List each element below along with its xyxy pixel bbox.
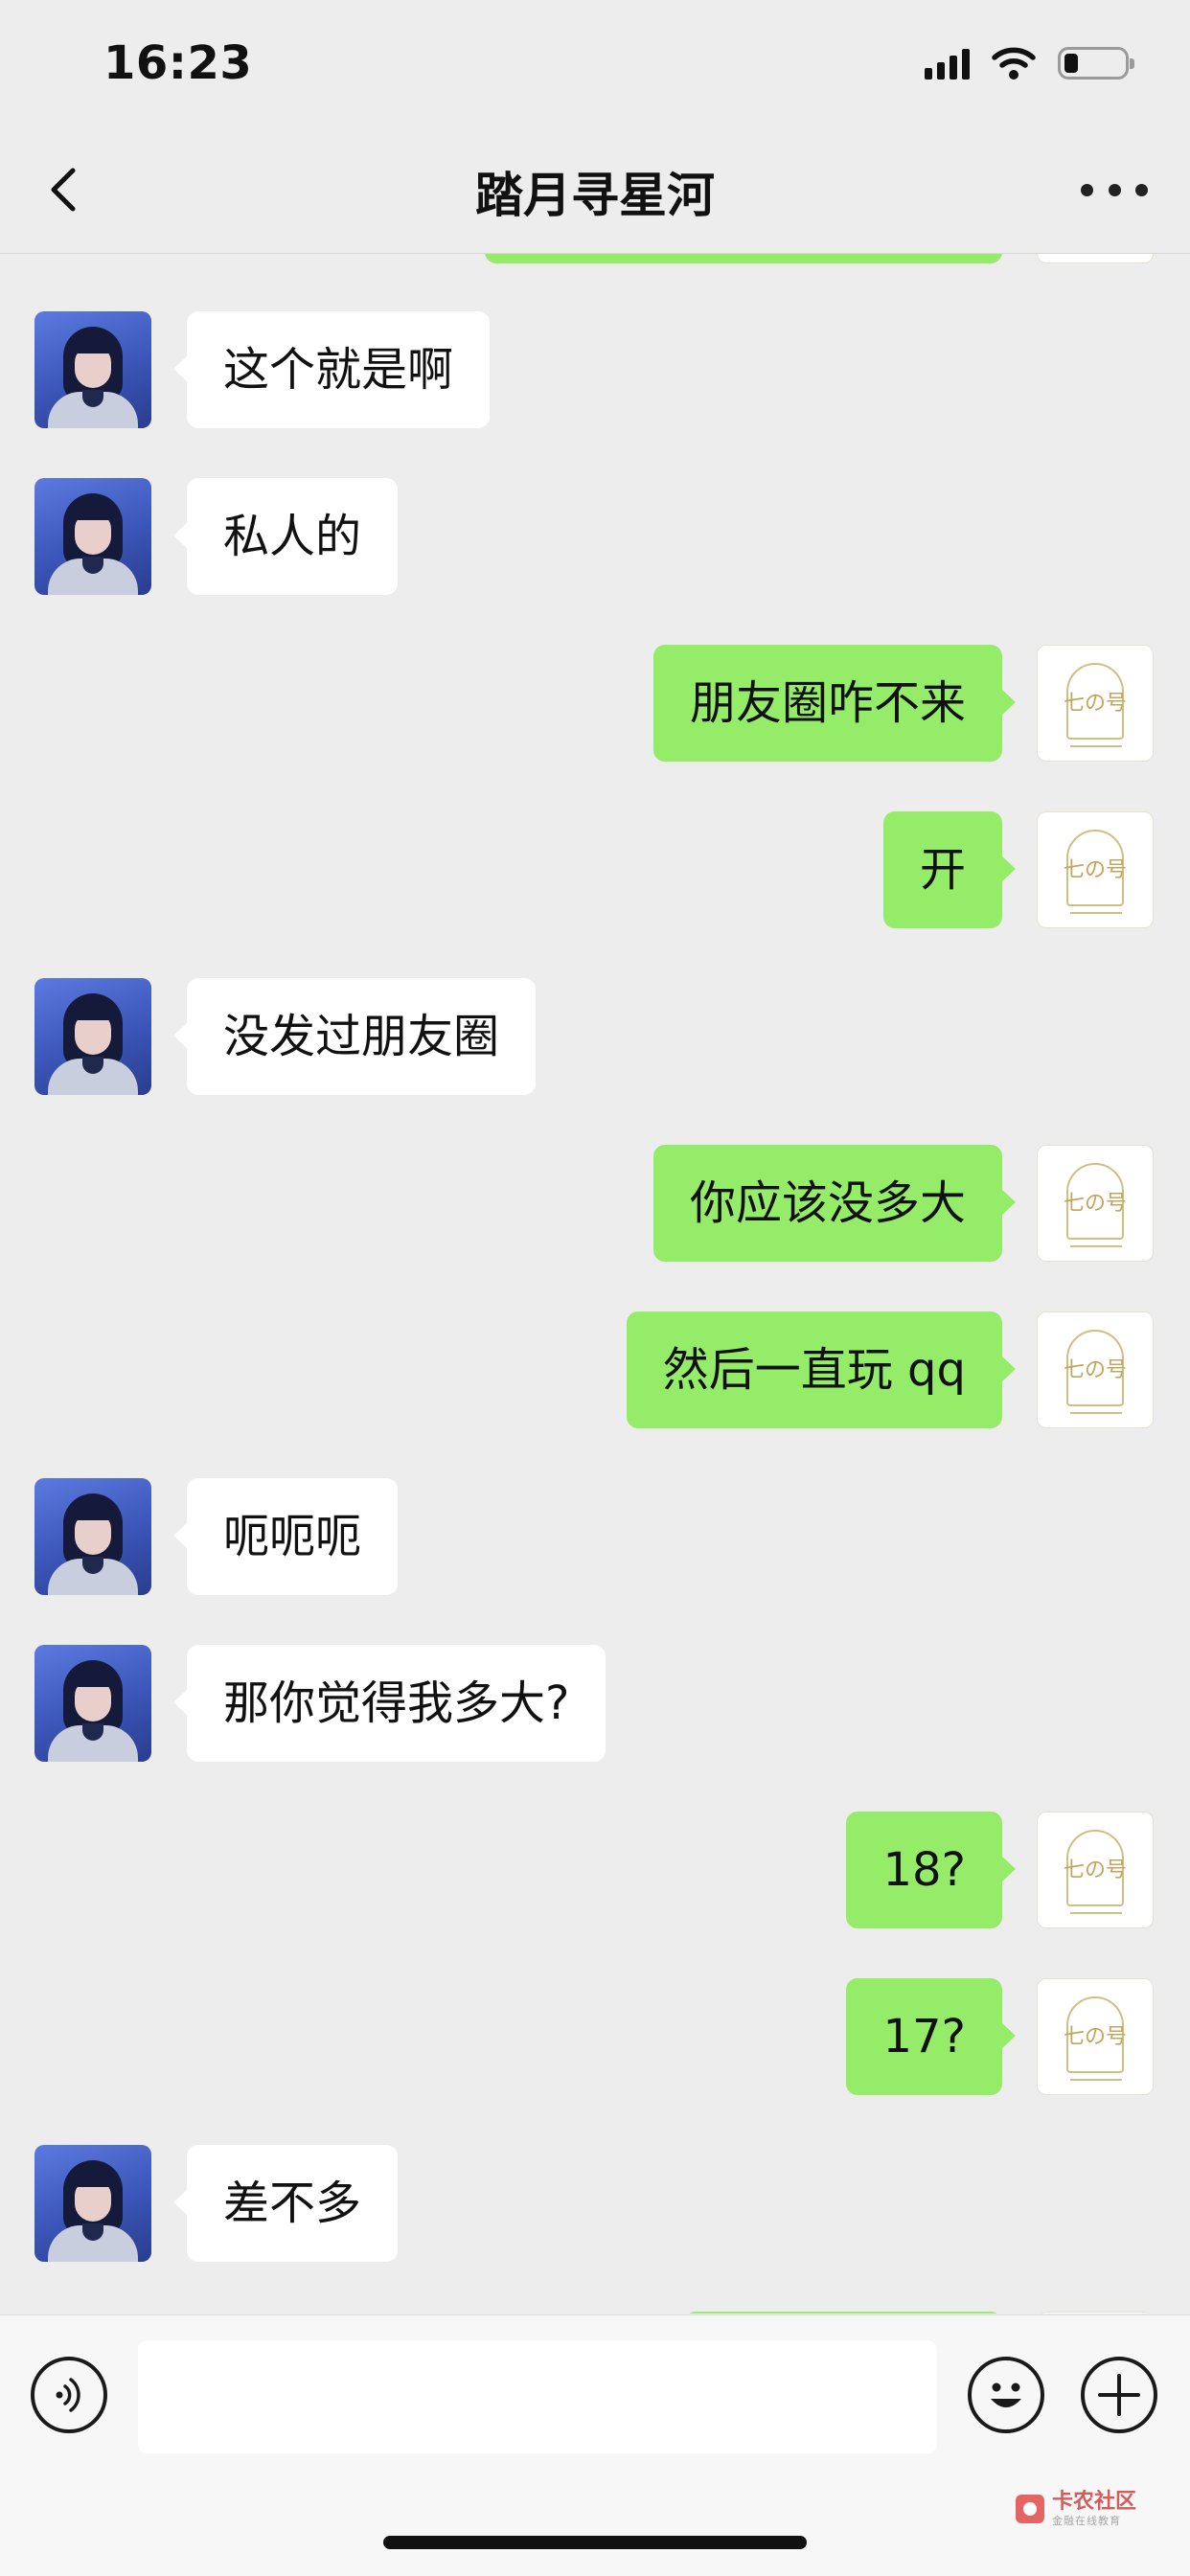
contact-avatar[interactable] bbox=[34, 478, 151, 595]
message-row: 私人的 bbox=[0, 478, 1190, 597]
plus-icon bbox=[1098, 2374, 1140, 2416]
message-row: 呃呃呃 bbox=[0, 1478, 1190, 1597]
message-row: 差不多 bbox=[0, 2145, 1190, 2264]
my-avatar[interactable]: 七の号 bbox=[1037, 1978, 1154, 2095]
nav-bar: 踏月寻星河 bbox=[0, 126, 1190, 254]
message-bubble-partial bbox=[684, 2312, 1002, 2314]
message-bubble-partial bbox=[485, 254, 1002, 263]
message-bubble[interactable]: 差不多 bbox=[172, 2145, 399, 2262]
contact-avatar[interactable] bbox=[34, 978, 151, 1095]
watermark-title: 卡农社区 bbox=[1051, 2490, 1136, 2514]
watermark-subtitle: 金融在线教育 bbox=[1051, 2515, 1121, 2527]
cellular-signal-icon bbox=[925, 47, 970, 80]
watermark-logo-icon bbox=[1015, 2495, 1044, 2523]
my-avatar[interactable]: 七の号 bbox=[1037, 1812, 1154, 1928]
message-bubble[interactable]: 呃呃呃 bbox=[172, 1478, 399, 1595]
message-list[interactable]: 这个就是啊 私人的 朋友圈咋不来 七の号 开 七の号 没发过朋友圈 你应该没多大… bbox=[0, 254, 1190, 2314]
message-row: 你应该没多大 七の号 bbox=[0, 1145, 1190, 1264]
chat-title: 踏月寻星河 bbox=[475, 168, 715, 223]
message-bubble[interactable]: 开 bbox=[882, 811, 1017, 928]
message-bubble[interactable]: 17? bbox=[846, 1978, 1016, 2095]
message-row: 没发过朋友圈 bbox=[0, 978, 1190, 1097]
message-bubble[interactable]: 然后一直玩 qq bbox=[626, 1311, 1017, 1428]
my-avatar[interactable]: 七の号 bbox=[1037, 1145, 1154, 1262]
avatar-logo-text: 七の号 bbox=[1063, 1192, 1127, 1216]
voice-button[interactable] bbox=[31, 2357, 107, 2433]
avatar-logo-text: 七の号 bbox=[1063, 692, 1127, 716]
my-avatar[interactable]: 七の号 bbox=[1037, 645, 1154, 762]
more-icon[interactable] bbox=[1081, 172, 1148, 207]
message-bubble[interactable]: 18? bbox=[846, 1812, 1016, 1928]
message-row: 朋友圈咋不来 七の号 bbox=[0, 645, 1190, 764]
message-bubble[interactable]: 这个就是啊 bbox=[172, 311, 491, 428]
status-time: 16:23 bbox=[103, 36, 253, 90]
avatar-logo-text: 七の号 bbox=[1063, 858, 1127, 882]
emoji-button[interactable] bbox=[968, 2357, 1044, 2433]
message-row-partial bbox=[0, 2312, 1190, 2314]
status-icons bbox=[925, 40, 1134, 86]
avatar-logo-text: 七の号 bbox=[1063, 1858, 1127, 1882]
message-bubble[interactable]: 私人的 bbox=[172, 478, 399, 595]
my-avatar[interactable] bbox=[1037, 2312, 1154, 2314]
input-bar: 卡农社区 金融在线教育 bbox=[0, 2314, 1190, 2576]
message-bubble[interactable]: 朋友圈咋不来 bbox=[652, 645, 1017, 762]
voice-icon bbox=[56, 2378, 80, 2412]
emoji-icon bbox=[991, 2382, 1021, 2407]
my-avatar[interactable]: 七の号 bbox=[1037, 1311, 1154, 1428]
avatar-logo-text: 七の号 bbox=[1063, 1358, 1127, 1382]
message-row: 然后一直玩 qq 七の号 bbox=[0, 1311, 1190, 1430]
wifi-icon bbox=[992, 47, 1036, 80]
message-row: 那你觉得我多大? bbox=[0, 1645, 1190, 1764]
message-row: 开 七の号 bbox=[0, 811, 1190, 930]
message-bubble[interactable]: 你应该没多大 bbox=[652, 1145, 1017, 1262]
contact-avatar[interactable] bbox=[34, 2145, 151, 2262]
contact-avatar[interactable] bbox=[34, 1645, 151, 1762]
watermark: 卡农社区 金融在线教育 bbox=[1015, 2490, 1136, 2527]
plus-button[interactable] bbox=[1081, 2357, 1157, 2433]
battery-icon bbox=[1058, 47, 1134, 80]
message-row: 18? 七の号 bbox=[0, 1812, 1190, 1930]
message-row: 17? 七の号 bbox=[0, 1978, 1190, 2097]
message-bubble[interactable]: 那你觉得我多大? bbox=[172, 1645, 606, 1762]
contact-avatar[interactable] bbox=[34, 311, 151, 428]
avatar-logo-text: 七の号 bbox=[1063, 2025, 1127, 2049]
contact-avatar[interactable] bbox=[34, 1478, 151, 1595]
home-indicator[interactable] bbox=[383, 2536, 807, 2549]
message-row-partial bbox=[0, 254, 1190, 265]
my-avatar[interactable] bbox=[1037, 254, 1154, 263]
my-avatar[interactable]: 七の号 bbox=[1037, 811, 1154, 928]
message-input[interactable] bbox=[138, 2340, 937, 2453]
message-row: 这个就是啊 bbox=[0, 311, 1190, 430]
message-bubble[interactable]: 没发过朋友圈 bbox=[172, 978, 537, 1095]
status-bar: 16:23 bbox=[0, 0, 1190, 126]
